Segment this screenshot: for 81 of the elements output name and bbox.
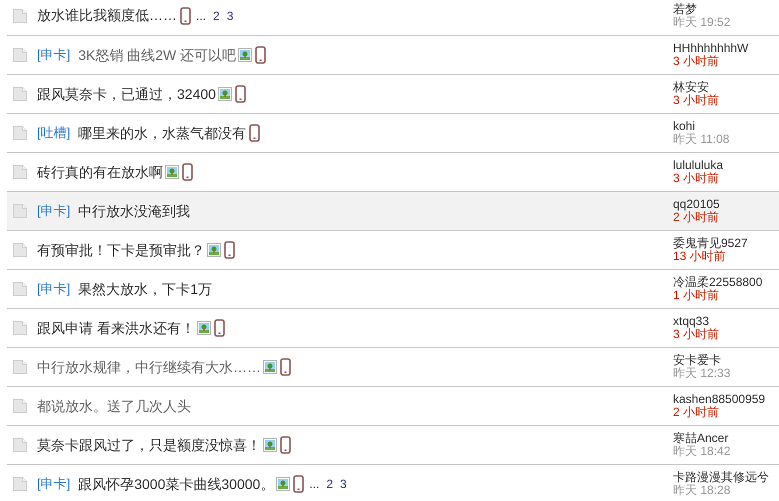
category-tag[interactable]: [申卡] (37, 474, 70, 494)
author-name[interactable]: qq20105 (673, 198, 779, 211)
category-tag[interactable]: [申卡] (37, 279, 70, 299)
post-time: 2 小时前 (673, 406, 720, 419)
post-time: 3 小时前 (673, 94, 720, 107)
author-name[interactable]: 林安安 (673, 81, 779, 94)
image-icon (238, 48, 252, 62)
post-time: 3 小时前 (673, 328, 720, 341)
post-time: 13 小时前 (673, 250, 727, 263)
document-icon (12, 398, 28, 414)
author-name[interactable]: 安卡爱卡 (673, 354, 779, 367)
thread-title[interactable]: 砖行真的有在放水啊 (37, 162, 163, 182)
post-time: 昨天 19:52 (673, 16, 732, 28)
thread-title[interactable]: 都说放水。送了几次人头 (37, 396, 191, 416)
author-name[interactable]: lulululuka (673, 159, 779, 172)
document-icon (12, 281, 28, 297)
author-name[interactable]: 卡路漫漫其修远兮 (673, 471, 779, 484)
category-tag[interactable]: [申卡] (37, 45, 70, 65)
phone-icon (234, 85, 246, 103)
page-link[interactable]: 3 (340, 475, 347, 493)
post-time: 昨天 12:33 (673, 367, 732, 380)
author-name[interactable]: kashen88500959 (673, 393, 779, 406)
document-icon (12, 320, 28, 336)
author-name[interactable]: kohi (673, 120, 779, 133)
document-icon (12, 203, 28, 219)
author-name[interactable]: 冷温柔22558800 (673, 276, 779, 289)
phone-icon (214, 319, 225, 337)
phone-icon (224, 241, 235, 259)
phone-icon (280, 358, 291, 376)
phone-icon (293, 475, 304, 493)
post-time: 2 小时前 (673, 211, 720, 224)
thread-title[interactable]: 3K怒销 曲线2W 还可以吧 (78, 44, 236, 66)
thread-title[interactable]: 放水谁比我额度低…… (37, 5, 177, 26)
document-icon (12, 86, 28, 102)
page-link[interactable]: 2 (326, 475, 334, 493)
document-icon (12, 8, 28, 24)
author-name[interactable]: 若梦 (673, 2, 779, 16)
thread-title[interactable]: 跟风怀孕3000菜卡曲线30000。 (78, 474, 274, 494)
post-time: 1 小时前 (673, 289, 720, 302)
post-time: 3 小时前 (673, 172, 720, 185)
author-name[interactable]: xtqq33 (673, 315, 779, 328)
image-icon (276, 477, 290, 491)
post-time: 昨天 18:42 (673, 445, 732, 458)
document-icon (12, 164, 28, 180)
author-name[interactable]: 委鬼青见9527 (673, 237, 779, 250)
document-icon (12, 359, 28, 375)
thread-title[interactable]: 哪里来的水，水蒸气都没有 (78, 122, 246, 144)
thread-title[interactable]: 有预审批！下卡是预审批？ (37, 240, 205, 260)
document-icon (12, 242, 28, 258)
image-icon (196, 321, 211, 335)
phone-icon (280, 436, 291, 454)
thread-title[interactable]: 果然大放水，下卡1万 (78, 278, 212, 300)
phone-icon (249, 124, 260, 142)
phone-icon (182, 163, 193, 181)
document-icon (12, 476, 28, 492)
post-time: 昨天 18:28 (673, 484, 732, 497)
image-icon (263, 360, 277, 374)
image-icon (263, 438, 277, 452)
thread-title[interactable]: 莫奈卡跟风过了，只是额度没惊喜！ (37, 434, 261, 456)
ellipsis: ... (309, 476, 320, 493)
document-icon (12, 47, 28, 63)
image-icon (218, 87, 232, 101)
post-time: 3 小时前 (673, 55, 720, 68)
thread-title[interactable]: 中行放水规律，中行继续有大水…… (37, 356, 261, 378)
document-icon (12, 437, 28, 453)
post-time: 昨天 11:08 (673, 133, 730, 146)
category-tag[interactable]: [申卡] (37, 201, 70, 221)
ellipsis: ... (196, 8, 206, 24)
page-link[interactable]: 3 (226, 6, 234, 24)
phone-icon (180, 6, 191, 24)
phone-icon (255, 46, 266, 64)
image-icon (165, 165, 179, 179)
thread-title[interactable]: 中行放水没淹到我 (78, 200, 190, 222)
author-name[interactable]: HHhhhhhhhW (673, 42, 779, 55)
thread-title[interactable]: 跟风申请 看来洪水还有！ (37, 318, 195, 338)
category-tag[interactable]: [吐槽] (37, 123, 70, 143)
image-icon (207, 243, 221, 257)
document-icon (12, 125, 28, 141)
page-link[interactable]: 2 (213, 6, 220, 24)
thread-title[interactable]: 跟风莫奈卡，已通过，32400 (37, 84, 216, 104)
author-name[interactable]: 寒喆Ancer (673, 432, 779, 445)
